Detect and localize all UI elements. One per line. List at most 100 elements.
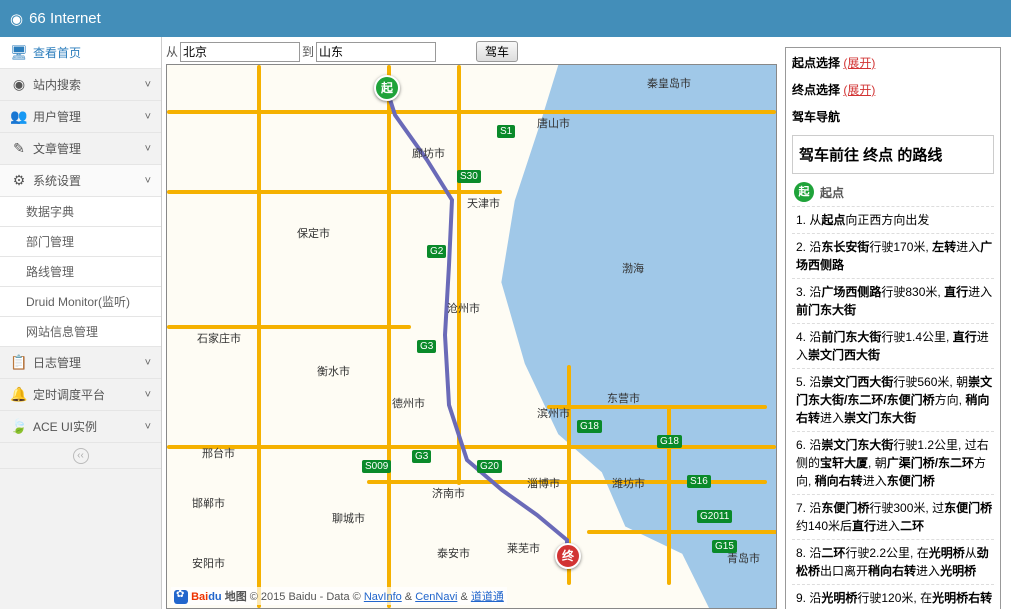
sidebar-subitem-4-0[interactable]: 数据字典: [0, 197, 161, 227]
city-label: 济南市: [432, 485, 465, 501]
nav-label: 站内搜索: [33, 76, 145, 93]
highway-badge: G2: [427, 245, 446, 258]
navinfo-link[interactable]: NavInfo: [364, 591, 402, 603]
to-input[interactable]: [316, 42, 436, 62]
daodaotong-link[interactable]: 道道通: [471, 591, 504, 603]
city-label: 秦皇岛市: [647, 75, 691, 91]
step-item[interactable]: 沿崇文门东大街行驶1.2公里, 过右侧的宝轩大厦, 朝广渠门桥/东二环方向, 稍…: [792, 431, 994, 494]
map-copyright: Baidu 地图 © 2015 Baidu - Data © NavInfo &…: [171, 587, 507, 605]
highway-badge: G18: [577, 420, 602, 433]
nav-icon: 🔔: [10, 386, 28, 403]
map-canvas[interactable]: 起 终 秦皇岛市唐山市廊坊市天津市保定市沧州市石家庄市衡水市德州市邢台市滨州市东…: [166, 64, 777, 609]
nav-label: 系统设置: [33, 172, 145, 189]
sidebar-collapse-button[interactable]: ‹‹: [0, 443, 161, 469]
city-label: 天津市: [467, 195, 500, 211]
route-search-bar: 从 到 驾车: [166, 41, 777, 62]
sidebar-item-5[interactable]: 📋 日志管理˅: [0, 347, 161, 379]
sidebar-item-0[interactable]: 🖥 查看首页: [0, 37, 161, 69]
sidebar-item-6[interactable]: 🔔 定时调度平台˅: [0, 379, 161, 411]
nav-label: ACE UI实例: [33, 418, 145, 435]
sidebar-item-1[interactable]: ◉ 站内搜索˅: [0, 69, 161, 101]
sidebar-item-2[interactable]: 👥用户管理˅: [0, 101, 161, 133]
nav-icon: 📋: [10, 354, 28, 371]
directions-panel: 起点选择 (展开) 终点选择 (展开) 驾车导航 驾车前往 终点 的路线 起 起…: [785, 47, 1001, 609]
route-svg: [167, 65, 776, 608]
start-expand-link[interactable]: (展开): [843, 56, 875, 70]
highway-badge: S009: [362, 460, 391, 473]
start-select-row: 起点选择 (展开): [792, 54, 994, 71]
nav-label: 日志管理: [33, 354, 145, 371]
highway-badge: S16: [687, 475, 711, 488]
app-header: ◉ 66 Internet: [0, 0, 1011, 37]
highway-badge: S30: [457, 170, 481, 183]
nav-icon: 🖥: [10, 44, 28, 61]
chevron-down-icon: ˅: [145, 389, 151, 401]
nav-icon: 🍃: [10, 418, 28, 435]
step-item[interactable]: 从起点向正西方向出发: [792, 206, 994, 233]
highway-badge: G20: [477, 460, 502, 473]
city-label: 沧州市: [447, 300, 480, 316]
app-body: 🖥查看首页◉站内搜索˅👥用户管理˅✎文章管理˅⚙系统设置˅数据字典部门管理路线管…: [0, 37, 1011, 609]
chevron-down-icon: ˅: [145, 357, 151, 369]
city-label: 东营市: [607, 390, 640, 406]
chevron-down-icon: ˅: [145, 111, 151, 123]
step-item[interactable]: 沿二环行驶2.2公里, 在光明桥从劲松桥出口离开稍向右转进入光明桥: [792, 539, 994, 584]
city-label: 泰安市: [437, 545, 470, 561]
app-title: 66 Internet: [29, 10, 101, 27]
nav-label: 查看首页: [33, 44, 151, 61]
cennavi-link[interactable]: CenNavi: [415, 591, 457, 603]
highway-badge: G3: [412, 450, 431, 463]
chevron-down-icon: ˅: [145, 175, 151, 187]
step-item[interactable]: 沿崇文门西大街行驶560米, 朝崇文门东大街/东二环/东便门桥方向, 稍向右转进…: [792, 368, 994, 431]
nav-label: 用户管理: [33, 108, 145, 125]
nav-label: 定时调度平台: [33, 386, 145, 403]
highway-badge: S1: [497, 125, 515, 138]
city-label: 唐山市: [537, 115, 570, 131]
end-marker[interactable]: 终: [555, 543, 581, 569]
highway-badge: G18: [657, 435, 682, 448]
sidebar-subitem-4-2[interactable]: 路线管理: [0, 257, 161, 287]
sidebar-subitem-4-3[interactable]: Druid Monitor(监听): [0, 287, 161, 317]
start-marker[interactable]: 起: [374, 75, 400, 101]
city-label: 淄博市: [527, 475, 560, 491]
city-label: 邢台市: [202, 445, 235, 461]
sidebar-subitem-4-4[interactable]: 网站信息管理: [0, 317, 161, 347]
chevron-down-icon: ˅: [145, 421, 151, 433]
chevron-down-icon: ˅: [145, 143, 151, 155]
drive-button[interactable]: 驾车: [476, 41, 518, 62]
city-label: 衡水市: [317, 363, 350, 379]
step-item[interactable]: 沿东长安街行驶170米, 左转进入广场西侧路: [792, 233, 994, 278]
highway-badge: G2011: [697, 510, 732, 523]
map-area: 从 到 驾车: [162, 37, 777, 609]
sidebar-item-4[interactable]: ⚙ 系统设置˅: [0, 165, 161, 197]
from-input[interactable]: [180, 42, 300, 62]
nav-label: 文章管理: [33, 140, 145, 157]
sidebar-item-7[interactable]: 🍃 ACE UI实例˅: [0, 411, 161, 443]
nav-icon: ◉: [10, 76, 28, 93]
end-select-row: 终点选择 (展开): [792, 81, 994, 98]
steps-list: 从起点向正西方向出发沿东长安街行驶170米, 左转进入广场西侧路沿广场西侧路行驶…: [792, 206, 994, 609]
chevron-down-icon: ˅: [145, 79, 151, 91]
city-label: 渤海: [622, 260, 644, 276]
city-label: 聊城市: [332, 510, 365, 526]
city-label: 莱芜市: [507, 540, 540, 556]
sidebar-item-3[interactable]: ✎文章管理˅: [0, 133, 161, 165]
highway-badge: G3: [417, 340, 436, 353]
highway-badge: G15: [712, 540, 737, 553]
city-label: 安阳市: [192, 555, 225, 571]
city-label: 廊坊市: [412, 145, 445, 161]
sidebar-subitem-4-1[interactable]: 部门管理: [0, 227, 161, 257]
step-item[interactable]: 沿东便门桥行驶300米, 过东便门桥约140米后直行进入二环: [792, 494, 994, 539]
nav-icon: ⚙: [10, 172, 28, 189]
step-item[interactable]: 沿前门东大街行驶1.4公里, 直行进入崇文门西大街: [792, 323, 994, 368]
main-content: 从 到 驾车: [162, 37, 1011, 609]
city-label: 潍坊市: [612, 475, 645, 491]
city-label: 滨州市: [537, 405, 570, 421]
start-badge-icon: 起: [794, 182, 814, 202]
city-label: 石家庄市: [197, 330, 241, 346]
step-item[interactable]: 沿广场西侧路行驶830米, 直行进入前门东大街: [792, 278, 994, 323]
to-label: 到: [302, 43, 314, 60]
route-title: 驾车前往 终点 的路线: [792, 135, 994, 174]
end-expand-link[interactable]: (展开): [843, 83, 875, 97]
step-item[interactable]: 沿光明桥行驶120米, 在光明桥右转匝道: [792, 584, 994, 609]
